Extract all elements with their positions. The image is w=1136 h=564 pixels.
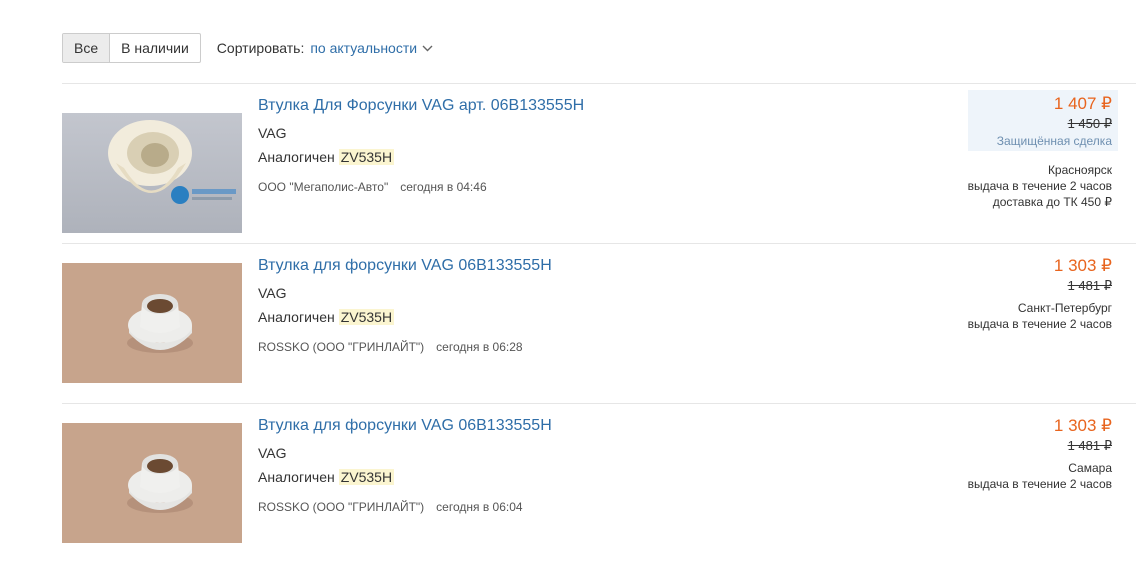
analog-code-link[interactable]: ZV535H bbox=[338, 149, 395, 165]
post-time: сегодня в 06:28 bbox=[436, 340, 523, 354]
post-time: сегодня в 04:46 bbox=[400, 180, 487, 194]
city: Самара bbox=[1068, 461, 1112, 475]
product-title-link[interactable]: Втулка Для Форсунки VAG арт. 06B133555H bbox=[258, 97, 584, 115]
list-item: Втулка для форсунки VAG 06B133555H VAG А… bbox=[62, 244, 1136, 404]
city: Красноярск bbox=[1047, 163, 1112, 177]
product-title-link[interactable]: Втулка для форсунки VAG 06B133555H bbox=[258, 417, 552, 435]
filter-all-button[interactable]: Все bbox=[63, 34, 111, 62]
filter-in-stock-button[interactable]: В наличии bbox=[110, 34, 200, 62]
price: 1 303 ₽ bbox=[1053, 256, 1112, 275]
analog-label: Аналогичен bbox=[258, 149, 335, 165]
product-title-link[interactable]: Втулка для форсунки VAG 06B133555H bbox=[258, 257, 552, 275]
seller-line: ROSSKO (ООО "ГРИНЛАЙТ") сегодня в 06:28 bbox=[258, 340, 523, 354]
seller-name[interactable]: ООО "Мегаполис-Авто" bbox=[258, 180, 388, 194]
analog-label: Аналогичен bbox=[258, 309, 335, 325]
safe-deal-badge[interactable]: Защищённая сделка bbox=[974, 134, 1112, 148]
price-block: 1 303 ₽ 1 481 ₽ Самара выдача в течение … bbox=[968, 416, 1112, 492]
product-image[interactable] bbox=[62, 423, 242, 543]
seller-line: ROSSKO (ООО "ГРИНЛАЙТ") сегодня в 06:04 bbox=[258, 500, 523, 514]
sort-dropdown[interactable]: по актуальности bbox=[310, 40, 417, 56]
brand-label: VAG bbox=[258, 445, 287, 461]
shipping-cost: доставка до ТК 450 ₽ bbox=[992, 195, 1112, 209]
price: 1 303 ₽ bbox=[1053, 416, 1112, 435]
product-image[interactable] bbox=[62, 263, 242, 383]
analog-line: Аналогичен ZV535H bbox=[258, 149, 395, 165]
list-item: Втулка Для Форсунки VAG арт. 06B133555H … bbox=[62, 84, 1136, 244]
old-price: 1 481 ₽ bbox=[1067, 278, 1112, 293]
price-block: 1 407 ₽ 1 450 ₽ Защищённая сделка Красно… bbox=[967, 90, 1118, 210]
seller-name[interactable]: ROSSKO (ООО "ГРИНЛАЙТ") bbox=[258, 500, 424, 514]
availability-filter: Все В наличии bbox=[62, 33, 201, 63]
analog-line: Аналогичен ZV535H bbox=[258, 469, 395, 485]
brand-label: VAG bbox=[258, 285, 287, 301]
price: 1 407 ₽ bbox=[1053, 94, 1112, 113]
analog-code-link[interactable]: ZV535H bbox=[338, 469, 395, 485]
price-block: 1 303 ₽ 1 481 ₽ Санкт-Петербург выдача в… bbox=[968, 256, 1112, 332]
seller-name[interactable]: ROSSKO (ООО "ГРИНЛАЙТ") bbox=[258, 340, 424, 354]
list-item: Втулка для форсунки VAG 06B133555H VAG А… bbox=[62, 404, 1136, 564]
chevron-down-icon[interactable] bbox=[422, 45, 433, 52]
seller-line: ООО "Мегаполис-Авто" сегодня в 04:46 bbox=[258, 180, 487, 194]
filter-toolbar: Все В наличии Сортировать: по актуальнос… bbox=[62, 33, 433, 63]
pickup-time: выдача в течение 2 часов bbox=[967, 477, 1112, 491]
pickup-time: выдача в течение 2 часов bbox=[967, 179, 1112, 193]
analog-label: Аналогичен bbox=[258, 469, 335, 485]
brand-label: VAG bbox=[258, 125, 287, 141]
product-image[interactable] bbox=[62, 113, 242, 233]
analog-code-link[interactable]: ZV535H bbox=[338, 309, 395, 325]
price-box: 1 407 ₽ 1 450 ₽ Защищённая сделка bbox=[967, 90, 1118, 151]
sort-label: Сортировать: bbox=[216, 40, 305, 56]
old-price: 1 450 ₽ bbox=[1067, 116, 1112, 131]
city: Санкт-Петербург bbox=[1017, 301, 1112, 315]
sort-control: Сортировать: по актуальности bbox=[217, 40, 433, 56]
post-time: сегодня в 06:04 bbox=[436, 500, 523, 514]
pickup-time: выдача в течение 2 часов bbox=[967, 317, 1112, 331]
old-price: 1 481 ₽ bbox=[1067, 438, 1112, 453]
analog-line: Аналогичен ZV535H bbox=[258, 309, 395, 325]
